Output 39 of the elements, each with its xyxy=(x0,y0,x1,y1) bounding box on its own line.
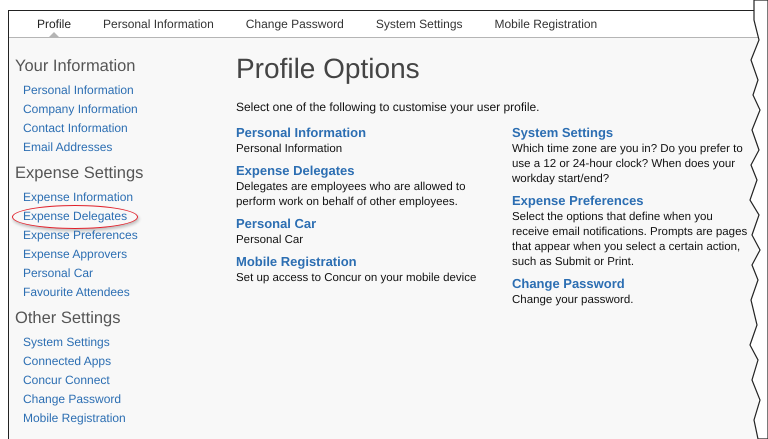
tab[interactable]: Mobile Registration xyxy=(480,11,612,37)
intro-text: Select one of the following to customise your user profile. xyxy=(236,100,540,114)
sidebar-link[interactable]: Favourite Attendees xyxy=(23,285,130,299)
section-heading: Your Information xyxy=(15,56,136,76)
option-link[interactable]: Expense Preferences xyxy=(512,192,644,209)
sidebar-link[interactable]: Personal Information xyxy=(23,83,134,97)
option-description: Personal Car xyxy=(236,233,304,248)
tab[interactable]: Personal Information xyxy=(88,11,229,37)
sidebar-link[interactable]: Connected Apps xyxy=(23,354,112,368)
sidebar-link[interactable]: Concur Connect xyxy=(23,373,110,387)
option-link[interactable]: Expense Delegates xyxy=(236,162,355,179)
sidebar-link[interactable]: Personal Car xyxy=(23,266,94,280)
option-link[interactable]: System Settings xyxy=(512,124,614,141)
sidebar-link[interactable]: Expense Information xyxy=(23,190,134,204)
sidebar-link[interactable]: Mobile Registration xyxy=(23,411,126,425)
sidebar-link[interactable]: Expense Delegates xyxy=(23,209,128,223)
sidebar-link[interactable]: Email Addresses xyxy=(23,140,112,154)
option-link[interactable]: Change Password xyxy=(512,275,625,292)
section-heading: Expense Settings xyxy=(15,163,144,183)
option-link[interactable]: Mobile Registration xyxy=(236,253,357,270)
option-description: Select the options that define when you receive email notifications. Prompts are pages that appear when you select a certain action, such as Submit or Print. xyxy=(512,210,748,270)
option-description: Which time zone are you in? Do you prefer to use a 12 or 24-hour clock? When does your workday start/end? xyxy=(512,142,744,187)
option-description: Personal Information xyxy=(236,142,344,157)
tab[interactable]: System Settings xyxy=(360,11,478,37)
option-description: Set up access to Concur on your mobile device xyxy=(236,271,478,286)
sidebar-link[interactable]: Contact Information xyxy=(23,121,128,135)
option-link[interactable]: Personal Information xyxy=(236,124,366,141)
option-link[interactable]: Personal Car xyxy=(236,215,316,232)
page-title: Profile Options xyxy=(236,52,421,86)
tab[interactable]: Change Password xyxy=(230,11,359,37)
section-heading: Other Settings xyxy=(15,308,122,328)
sidebar-link[interactable]: Change Password xyxy=(23,392,122,406)
sidebar-link[interactable]: System Settings xyxy=(23,335,110,349)
sidebar-link[interactable]: Expense Preferences xyxy=(23,228,138,242)
sidebar-link[interactable]: Company Information xyxy=(23,102,138,116)
sidebar-link[interactable]: Expense Approvers xyxy=(23,247,128,261)
tab[interactable]: Profile xyxy=(22,11,86,37)
option-description: Change your password. xyxy=(512,293,634,308)
option-description: Delegates are employees who are allowed to perform work on behalf of other employees. xyxy=(236,180,466,210)
